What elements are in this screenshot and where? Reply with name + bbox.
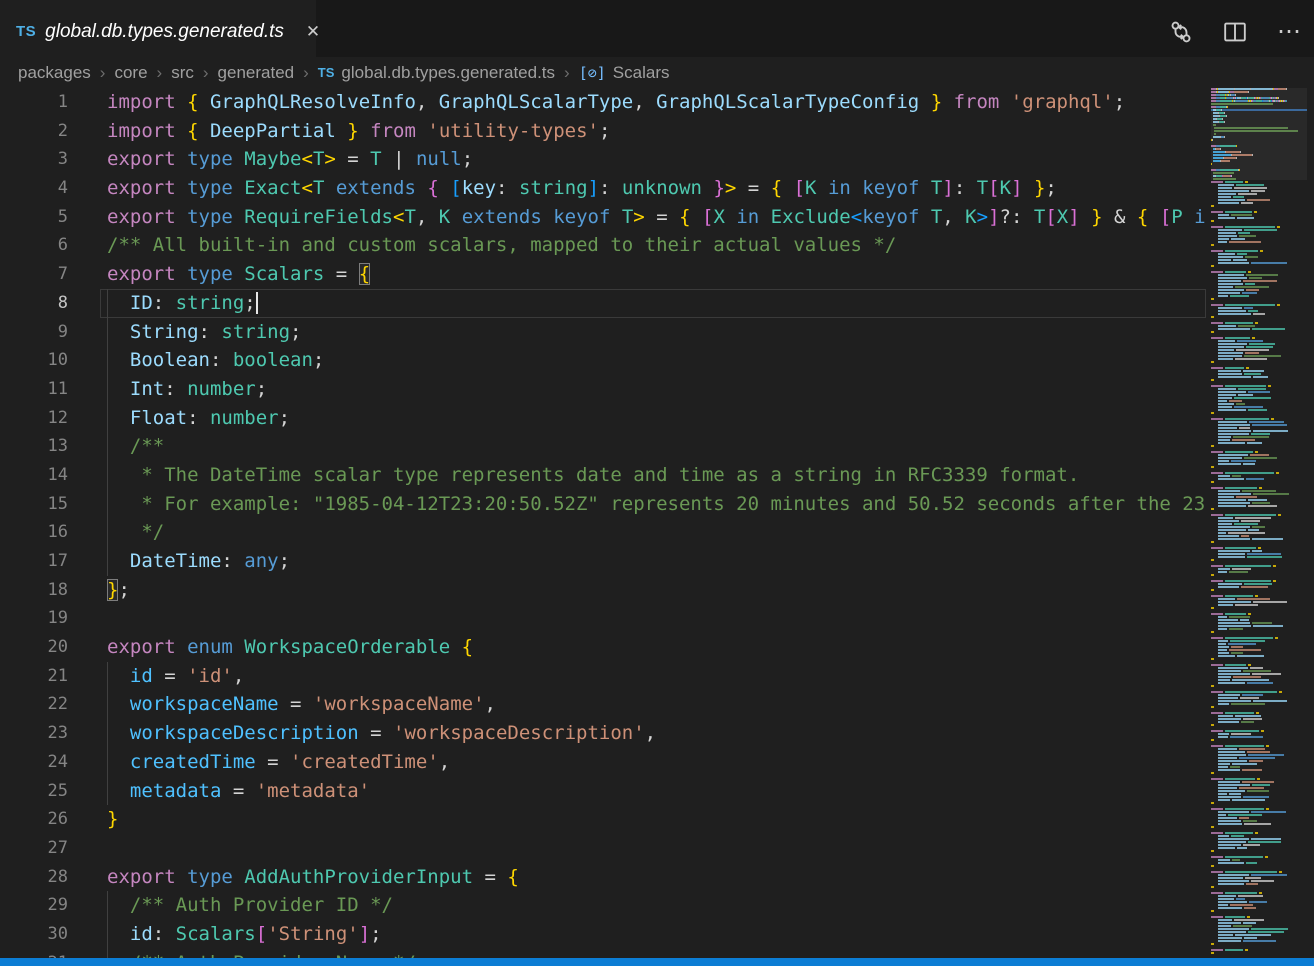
line-number: 28 bbox=[0, 863, 100, 892]
code-line[interactable]: metadata = 'metadata' bbox=[100, 777, 1206, 806]
code-line[interactable]: Float: number; bbox=[100, 404, 1206, 433]
breadcrumb-item-src[interactable]: src bbox=[171, 63, 194, 83]
line-number: 2 bbox=[0, 117, 100, 146]
code-line[interactable]: /** bbox=[100, 432, 1206, 461]
line-number: 6 bbox=[0, 231, 100, 260]
line-number: 20 bbox=[0, 633, 100, 662]
code-line[interactable]: Int: number; bbox=[100, 375, 1206, 404]
code-line[interactable]: * For example: "1985-04-12T23:20:50.52Z"… bbox=[100, 490, 1206, 519]
code-line[interactable]: DateTime: any; bbox=[100, 547, 1206, 576]
breadcrumb-separator: › bbox=[157, 63, 163, 83]
breadcrumb-item-core[interactable]: core bbox=[114, 63, 147, 83]
line-number: 14 bbox=[0, 461, 100, 490]
line-number: 23 bbox=[0, 719, 100, 748]
code-line[interactable]: String: string; bbox=[100, 318, 1206, 347]
line-number: 12 bbox=[0, 404, 100, 433]
code-line[interactable]: import { DeepPartial } from 'utility-typ… bbox=[100, 117, 1206, 146]
code-line[interactable]: /** All built-in and custom scalars, map… bbox=[100, 231, 1206, 260]
minimap[interactable] bbox=[1211, 88, 1307, 958]
breadcrumb-separator: › bbox=[564, 63, 570, 83]
code-line[interactable]: workspaceName = 'workspaceName', bbox=[100, 690, 1206, 719]
code-line[interactable]: export type Exact<T extends { [key: stri… bbox=[100, 174, 1206, 203]
tab-bar: TS global.db.types.generated.ts ✕ ⋯ bbox=[0, 0, 1314, 57]
code-editor: 1234567891011121314151617181920212223242… bbox=[0, 88, 1314, 958]
code-line[interactable] bbox=[100, 604, 1206, 633]
breadcrumb-item-file[interactable]: TSglobal.db.types.generated.ts bbox=[318, 63, 555, 83]
line-number: 9 bbox=[0, 318, 100, 347]
breadcrumb-item-symbol[interactable]: [⊘]Scalars bbox=[579, 63, 670, 83]
code-line[interactable]: }; bbox=[100, 576, 1206, 605]
line-number: 25 bbox=[0, 777, 100, 806]
line-number: 4 bbox=[0, 174, 100, 203]
gutter: 1234567891011121314151617181920212223242… bbox=[0, 88, 100, 958]
status-bar-strip bbox=[0, 958, 1314, 966]
line-number: 1 bbox=[0, 88, 100, 117]
code-line[interactable]: export type AddAuthProviderInput = { bbox=[100, 863, 1206, 892]
line-number: 19 bbox=[0, 604, 100, 633]
code-line[interactable]: /** Auth Provider Name */ bbox=[100, 949, 1206, 958]
typescript-file-icon: TS bbox=[16, 23, 36, 40]
code-line[interactable]: /** Auth Provider ID */ bbox=[100, 891, 1206, 920]
line-number: 31 bbox=[0, 949, 100, 958]
line-number: 11 bbox=[0, 375, 100, 404]
line-number: 5 bbox=[0, 203, 100, 232]
line-number: 8 bbox=[0, 289, 100, 318]
tab-global-db-types[interactable]: TS global.db.types.generated.ts ✕ bbox=[0, 0, 316, 57]
code-line[interactable]: id = 'id', bbox=[100, 662, 1206, 691]
type-symbol-icon: [⊘] bbox=[579, 64, 606, 82]
line-number: 7 bbox=[0, 260, 100, 289]
line-number: 10 bbox=[0, 346, 100, 375]
breadcrumb-item-packages[interactable]: packages bbox=[18, 63, 91, 83]
line-number: 29 bbox=[0, 891, 100, 920]
line-number: 17 bbox=[0, 547, 100, 576]
line-number: 26 bbox=[0, 805, 100, 834]
line-number: 21 bbox=[0, 662, 100, 691]
code-line[interactable]: export type RequireFields<T, K extends k… bbox=[100, 203, 1206, 232]
line-number: 3 bbox=[0, 145, 100, 174]
open-changes-icon[interactable] bbox=[1166, 17, 1196, 47]
code-line[interactable]: Boolean: boolean; bbox=[100, 346, 1206, 375]
text-cursor bbox=[256, 292, 258, 314]
line-number: 24 bbox=[0, 748, 100, 777]
code-line[interactable]: createdTime = 'createdTime', bbox=[100, 748, 1206, 777]
line-number: 13 bbox=[0, 432, 100, 461]
breadcrumb: packages › core › src › generated › TSglobal.db.… bbox=[0, 57, 1314, 88]
breadcrumb-separator: › bbox=[303, 63, 309, 83]
close-tab-icon[interactable]: ✕ bbox=[302, 20, 324, 44]
code-line[interactable]: export enum WorkspaceOrderable { bbox=[100, 633, 1206, 662]
code-line[interactable]: workspaceDescription = 'workspaceDescrip… bbox=[100, 719, 1206, 748]
line-number: 22 bbox=[0, 690, 100, 719]
line-number: 15 bbox=[0, 490, 100, 519]
breadcrumb-item-generated[interactable]: generated bbox=[218, 63, 295, 83]
code-line[interactable]: */ bbox=[100, 518, 1206, 547]
editor-actions: ⋯ bbox=[1166, 6, 1304, 57]
more-actions-icon[interactable]: ⋯ bbox=[1274, 17, 1304, 47]
line-number: 16 bbox=[0, 518, 100, 547]
typescript-file-icon: TS bbox=[318, 65, 335, 80]
code-line[interactable]: } bbox=[100, 805, 1206, 834]
code-line[interactable]: id: Scalars['String']; bbox=[100, 920, 1206, 949]
breadcrumb-separator: › bbox=[203, 63, 209, 83]
line-number: 18 bbox=[0, 576, 100, 605]
tab-title: global.db.types.generated.ts bbox=[45, 21, 284, 43]
code-line[interactable]: import { GraphQLResolveInfo, GraphQLScal… bbox=[100, 88, 1206, 117]
breadcrumb-separator: › bbox=[100, 63, 106, 83]
line-number: 30 bbox=[0, 920, 100, 949]
code-line[interactable]: * The DateTime scalar type represents da… bbox=[100, 461, 1206, 490]
code-line[interactable]: export type Maybe<T> = T | null; bbox=[100, 145, 1206, 174]
code-line[interactable]: ID: string; bbox=[100, 289, 1206, 318]
line-number: 27 bbox=[0, 834, 100, 863]
code-line[interactable] bbox=[100, 834, 1206, 863]
split-editor-icon[interactable] bbox=[1220, 17, 1250, 47]
code-lines[interactable]: import { GraphQLResolveInfo, GraphQLScal… bbox=[100, 88, 1206, 958]
code-line[interactable]: export type Scalars = { bbox=[100, 260, 1206, 289]
